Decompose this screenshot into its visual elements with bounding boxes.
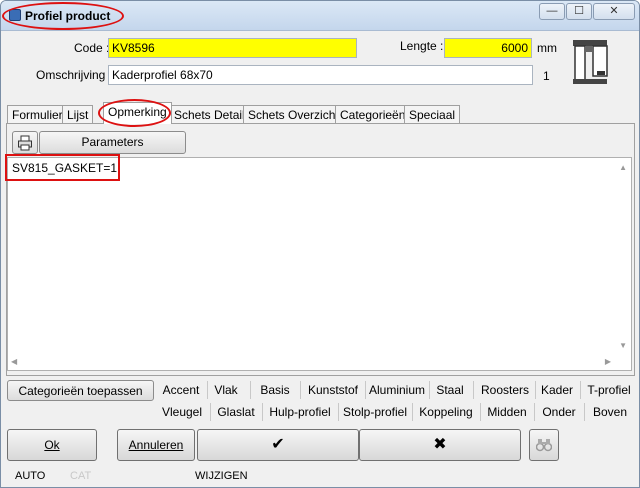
category-roosters[interactable]: Roosters xyxy=(477,379,533,400)
ok-label: Ok xyxy=(44,438,60,452)
category-accent[interactable]: Accent xyxy=(158,379,204,400)
scroll-down-arrow[interactable]: ▼ xyxy=(619,341,627,350)
printer-icon xyxy=(18,135,32,151)
binoculars-icon xyxy=(535,439,553,452)
category-boven[interactable]: Boven xyxy=(587,401,633,422)
scroll-right-arrow[interactable]: ▶ xyxy=(605,357,611,366)
category-basis[interactable]: Basis xyxy=(253,379,297,400)
scroll-up-arrow[interactable]: ▲ xyxy=(619,163,627,172)
separator xyxy=(207,381,208,399)
lengte-label: Lengte : xyxy=(400,39,444,53)
lengte-unit: mm xyxy=(537,41,557,55)
opmerking-textarea[interactable]: SV815_GASKET=1 ▲ ▼ ◀ ▶ xyxy=(7,157,632,371)
lengte-field[interactable]: 6000 xyxy=(444,38,532,58)
category-staal[interactable]: Staal xyxy=(431,379,469,400)
minimize-button[interactable]: — xyxy=(539,3,565,20)
category-aluminium[interactable]: Aluminium xyxy=(367,379,427,400)
category-hulp-profiel[interactable]: Hulp-profiel xyxy=(265,401,335,422)
separator xyxy=(480,403,481,421)
status-action: WIJZIGEN xyxy=(195,470,248,482)
cancel-x-button[interactable]: ✖ xyxy=(359,429,521,461)
tab-lijst[interactable]: Lijst xyxy=(62,105,94,124)
category-glaslat[interactable]: Glaslat xyxy=(213,401,259,422)
tab-speciaal[interactable]: Speciaal xyxy=(404,105,461,124)
annotation-ring-tab xyxy=(98,99,171,127)
category-t-profiel[interactable]: T-profiel xyxy=(583,379,635,400)
x-icon: ✖ xyxy=(433,436,447,453)
separator xyxy=(412,403,413,421)
category-koppeling[interactable]: Koppeling xyxy=(415,401,477,422)
category-midden[interactable]: Midden xyxy=(483,401,531,422)
scroll-left-arrow[interactable]: ◀ xyxy=(11,357,17,366)
separator xyxy=(534,403,535,421)
category-onder[interactable]: Onder xyxy=(537,401,581,422)
category-vlak[interactable]: Vlak xyxy=(206,379,246,400)
separator xyxy=(300,381,301,399)
separator xyxy=(365,381,366,399)
search-button[interactable] xyxy=(529,429,559,461)
separator xyxy=(262,403,263,421)
separator xyxy=(429,381,430,399)
category-vleugel[interactable]: Vleugel xyxy=(158,401,206,422)
profiel-product-window: Profiel product — ☐ ✕ Code : KV8596 Leng… xyxy=(0,0,640,488)
separator xyxy=(580,381,581,399)
tab-formulier[interactable]: Formulier xyxy=(7,105,68,124)
separator xyxy=(338,403,339,421)
ok-button[interactable]: Ok xyxy=(7,429,97,461)
separator xyxy=(210,403,211,421)
category-kader[interactable]: Kader xyxy=(537,379,577,400)
profile-thumbnail xyxy=(573,40,608,84)
annotation-ring-text xyxy=(5,154,120,181)
code-label: Code : xyxy=(74,41,110,55)
status-cat: CAT xyxy=(70,470,92,482)
title-bar[interactable]: Profiel product — ☐ ✕ xyxy=(1,1,639,31)
omschrijving-label: Omschrijving : xyxy=(36,68,113,82)
categorieen-toepassen-button[interactable]: Categorieën toepassen xyxy=(7,380,154,401)
annuleren-button[interactable]: Annuleren xyxy=(117,429,195,461)
annuleren-label: Annuleren xyxy=(128,438,184,452)
separator xyxy=(473,381,474,399)
parameters-button[interactable]: Parameters xyxy=(39,131,186,154)
category-stolp-profiel[interactable]: Stolp-profiel xyxy=(341,401,409,422)
tab-schets-detail[interactable]: Schets Detail xyxy=(169,105,250,124)
confirm-button[interactable]: ✔ xyxy=(197,429,359,461)
maximize-button[interactable]: ☐ xyxy=(566,3,592,20)
tab-schets-overzicht[interactable]: Schets Overzicht xyxy=(243,105,344,124)
close-button[interactable]: ✕ xyxy=(593,3,635,20)
tab-categorieen[interactable]: Categorieën xyxy=(335,105,411,124)
separator xyxy=(535,381,536,399)
print-button[interactable] xyxy=(12,131,38,154)
code-field[interactable]: KV8596 xyxy=(108,38,357,58)
annotation-ring-title xyxy=(2,2,124,30)
category-kunststof[interactable]: Kunststof xyxy=(303,379,363,400)
checkmark-icon: ✔ xyxy=(271,436,285,453)
status-mode: AUTO xyxy=(15,470,46,482)
separator xyxy=(584,403,585,421)
counter-value: 1 xyxy=(543,69,550,83)
omschrijving-field[interactable]: Kaderprofiel 68x70 xyxy=(108,65,533,85)
separator xyxy=(250,381,251,399)
